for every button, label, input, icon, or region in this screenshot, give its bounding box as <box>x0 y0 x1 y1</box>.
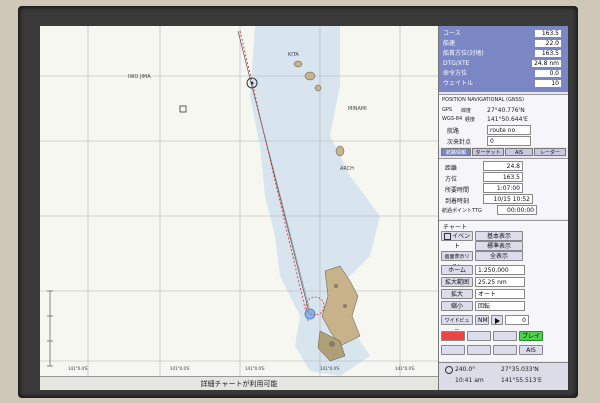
zoom-out-mode[interactable]: 回転 <box>475 301 525 311</box>
clock-icon <box>445 366 453 374</box>
scale-field[interactable]: 1:250,000 <box>475 265 525 275</box>
wide-view-button[interactable]: ワイドビュー <box>441 315 473 334</box>
mode-button[interactable]: NM <box>475 315 489 325</box>
empty-button-1[interactable] <box>441 331 465 341</box>
nautical-chart-view[interactable]: IWO JIMA KITA MINAMI ARCH 141°0.0'E 141°… <box>40 26 438 376</box>
chart-canvas[interactable] <box>40 26 438 376</box>
display-list-button[interactable]: 画面表示リスト <box>441 251 473 270</box>
footer-info: 240.0° 27°35.033'N 10:41 am 141°55.513'E <box>439 362 568 390</box>
position-block: POSITION NAVIGATIONAL (GNSS) GPS 緯度 27°4… <box>439 94 568 147</box>
footer-time: 10:41 am <box>455 377 484 384</box>
time-label: 所要時間 <box>445 187 470 194</box>
chart-section-title: チャート <box>443 224 467 231</box>
nav-row: 船首方位(対地) 163.5 <box>443 50 561 57</box>
tab-radar[interactable]: レーダー <box>534 148 566 156</box>
info-panel: コース 163.5 船速 22.0 船首方位(対地) 163.5 DTG/XTE… <box>438 26 568 390</box>
lon-tick-label: 141°0.0'E <box>68 366 88 371</box>
nav-data-block: コース 163.5 船速 22.0 船首方位(対地) 163.5 DTG/XTE… <box>439 26 568 92</box>
place-label: MINAMI <box>348 106 367 112</box>
tab-target[interactable]: ターゲット <box>472 148 504 156</box>
bearing-label: 方位 <box>445 176 458 183</box>
go-button[interactable]: プレイ <box>519 331 543 341</box>
counter-field[interactable]: 0 <box>505 315 529 325</box>
route-info-block: 距離 24.8 方位 163.5 所要時間 1:07:00 到着時刻 10/15… <box>439 158 568 219</box>
nav-row: ウェイトル 10 <box>443 80 561 87</box>
place-label: IWO JIMA <box>128 74 151 80</box>
tab-route-info[interactable]: 航路情報 <box>441 148 471 156</box>
footer-heading: 240.0° <box>455 366 476 373</box>
position-lat-label: 緯度 <box>461 108 472 114</box>
status-message: 詳細チャートが利用可能 <box>200 380 278 388</box>
place-label: KITA <box>288 52 299 58</box>
place-label: ARCH <box>340 166 354 172</box>
tab-ais[interactable]: AIS <box>505 148 533 156</box>
lon-tick-label: 141°0.0'E <box>395 366 415 371</box>
ecdis-screen: IWO JIMA KITA MINAMI ARCH 141°0.0'E 141°… <box>40 26 568 390</box>
footer-lat: 27°35.033'N <box>501 366 539 373</box>
time-value: 1:07:00 <box>483 183 523 193</box>
zoom-in-button[interactable]: 拡大 <box>441 289 473 299</box>
position-lon-label: 経度 <box>465 117 476 123</box>
empty-button-5[interactable] <box>467 345 491 355</box>
empty-button-3[interactable] <box>493 331 517 341</box>
chart-status-bar: 詳細チャートが利用可能 <box>40 376 438 390</box>
next-waypoint-field[interactable]: 0 <box>487 136 531 146</box>
layer-basic-button[interactable]: 基本表示 <box>475 231 523 241</box>
nav-row: DTG/XTE 24.8 nm <box>443 60 561 67</box>
waypoint-ttg-value: 00:00:00 <box>497 205 537 215</box>
layer-standard-button[interactable]: 標準表示 <box>475 241 523 251</box>
home-button[interactable]: ホーム <box>441 265 473 275</box>
empty-button-4[interactable] <box>441 345 465 355</box>
range-field[interactable]: 25.25 nm <box>475 277 525 287</box>
route-select[interactable]: route no <box>487 125 531 135</box>
nav-row: 命令方位 0.0 <box>443 70 561 77</box>
footer-lon: 141°55.513'E <box>501 377 542 384</box>
event-button[interactable]: イベント <box>441 231 473 250</box>
zoom-in-mode[interactable]: オート <box>475 289 525 299</box>
position-source: GPS <box>442 107 453 113</box>
chart-grid <box>40 26 438 376</box>
arrival-label: 到着時刻 <box>445 198 470 205</box>
play-icon <box>494 317 500 324</box>
lon-tick-label: 141°0.0'E <box>320 366 340 371</box>
scale-bar <box>47 290 53 367</box>
range-button[interactable]: 拡大範囲 <box>441 277 473 287</box>
play-button[interactable] <box>491 315 503 325</box>
dist-value: 24.8 <box>483 161 523 171</box>
buoy-marker <box>179 105 187 113</box>
arrival-value: 10/15 10:52 <box>483 194 533 204</box>
position-header: POSITION NAVIGATIONAL (GNSS) <box>442 97 524 103</box>
lon-tick-label: 141°0.0'E <box>170 366 190 371</box>
lon-tick-label: 141°0.0'E <box>245 366 265 371</box>
route-label: 航路 <box>447 128 460 135</box>
empty-button-6[interactable] <box>493 345 517 355</box>
zoom-out-button[interactable]: 縮小 <box>441 301 473 311</box>
position-lon: 141°50.644'E <box>487 116 528 123</box>
nav-row: 船速 22.0 <box>443 40 561 47</box>
bearing-value: 163.5 <box>483 172 523 182</box>
shallow-area <box>250 26 380 376</box>
waypoint-ttg-label: 航過ポイントTTG <box>442 208 482 214</box>
empty-button-2[interactable] <box>467 331 491 341</box>
ais-button[interactable]: AIS <box>519 345 543 355</box>
nav-row: コース 163.5 <box>443 30 561 37</box>
chart-control-block: チャート イベント 基本表示 標準表示 画面表示リスト 全表示 ホーム 1:25… <box>439 220 568 361</box>
position-lat: 27°40.776'N <box>487 107 525 114</box>
event-icon <box>444 233 451 240</box>
next-waypoint-label: 次来針点 <box>447 139 472 146</box>
layer-all-button[interactable]: 全表示 <box>475 251 523 261</box>
dist-label: 距離 <box>445 165 458 172</box>
position-datum: WGS-84 <box>442 116 463 122</box>
